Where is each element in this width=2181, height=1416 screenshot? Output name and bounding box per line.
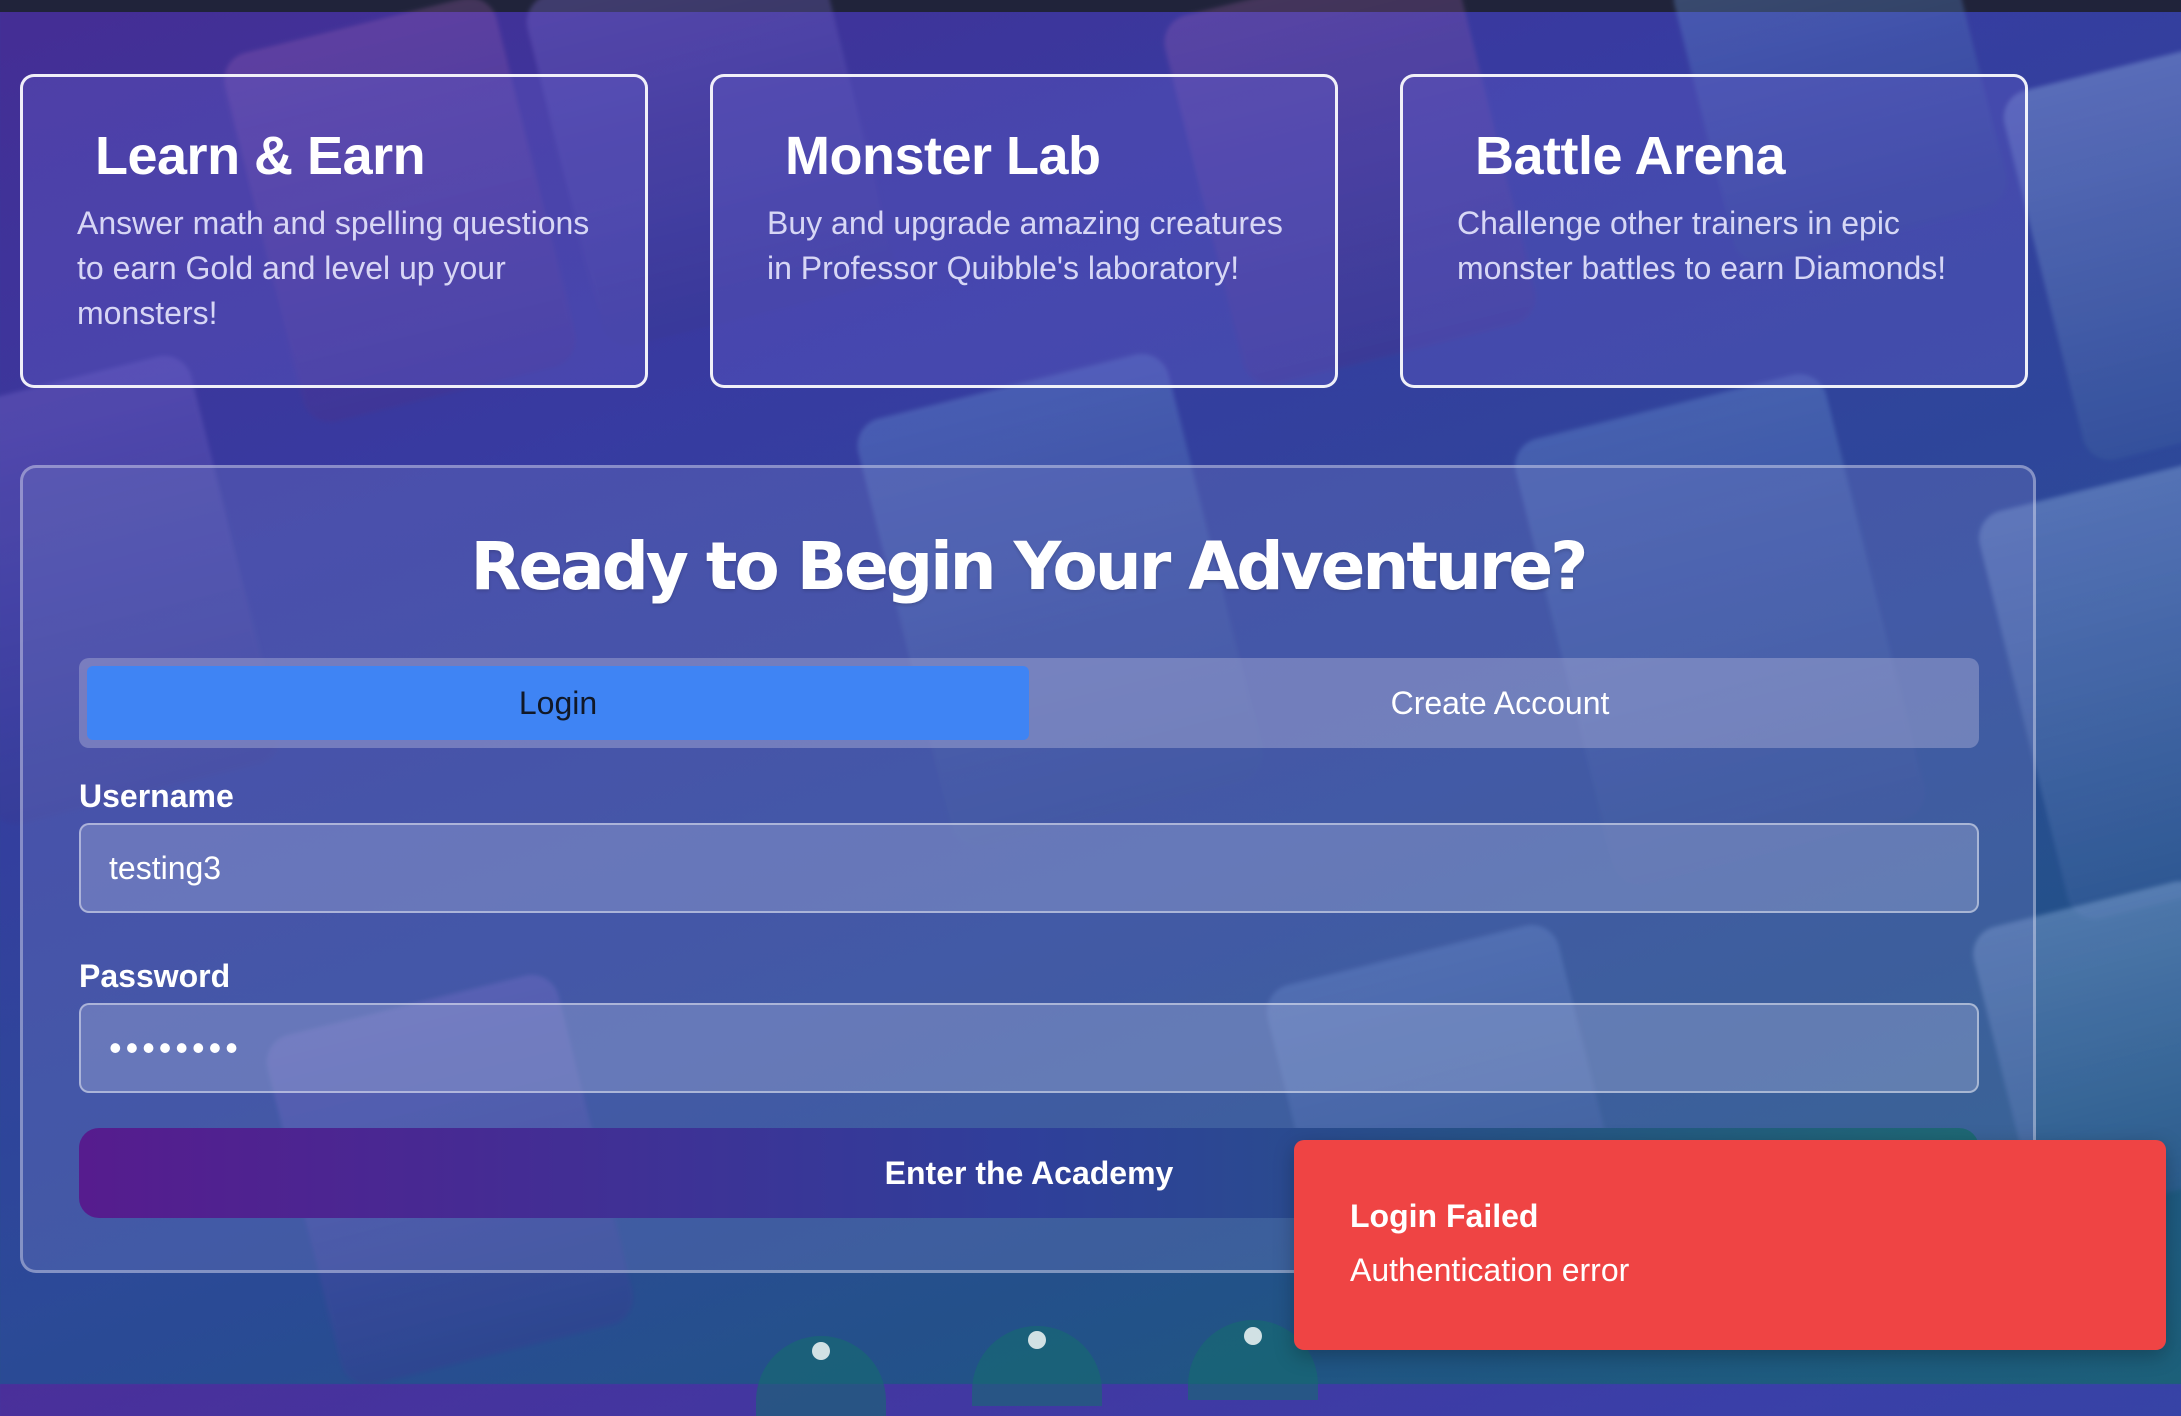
feature-title: Learn & Earn bbox=[95, 126, 426, 186]
pager-dot[interactable] bbox=[1244, 1327, 1262, 1345]
feature-title: Battle Arena bbox=[1475, 126, 1786, 186]
pager-dot[interactable] bbox=[812, 1342, 830, 1360]
password-input[interactable] bbox=[79, 1003, 1979, 1093]
tab-create-account[interactable]: Create Account bbox=[1029, 666, 1971, 740]
feature-description: Buy and upgrade amazing creatures in Pro… bbox=[767, 205, 1283, 286]
toast-message: Authentication error bbox=[1350, 1252, 1630, 1288]
error-toast[interactable]: Login Failed Authentication error bbox=[1294, 1140, 2166, 1350]
password-label: Password bbox=[79, 958, 231, 994]
feature-description: Answer math and spelling questions to ea… bbox=[77, 205, 590, 331]
tab-login[interactable]: Login bbox=[87, 666, 1029, 740]
auth-tabs: Login Create Account bbox=[79, 658, 1979, 748]
feature-card-learn-earn: Learn & Earn Answer math and spelling qu… bbox=[20, 74, 648, 388]
feature-title: Monster Lab bbox=[785, 126, 1101, 186]
feature-card-battle-arena: Battle Arena Challenge other trainers in… bbox=[1400, 74, 2028, 388]
feature-card-monster-lab: Monster Lab Buy and upgrade amazing crea… bbox=[710, 74, 1338, 388]
username-input[interactable] bbox=[79, 823, 1979, 913]
feature-description: Challenge other trainers in epic monster… bbox=[1457, 205, 1947, 286]
auth-heading: Ready to Begin Your Adventure? bbox=[470, 528, 1589, 605]
pager-dot[interactable] bbox=[1028, 1331, 1046, 1349]
username-label: Username bbox=[79, 778, 234, 814]
toast-title: Login Failed bbox=[1350, 1198, 1539, 1234]
